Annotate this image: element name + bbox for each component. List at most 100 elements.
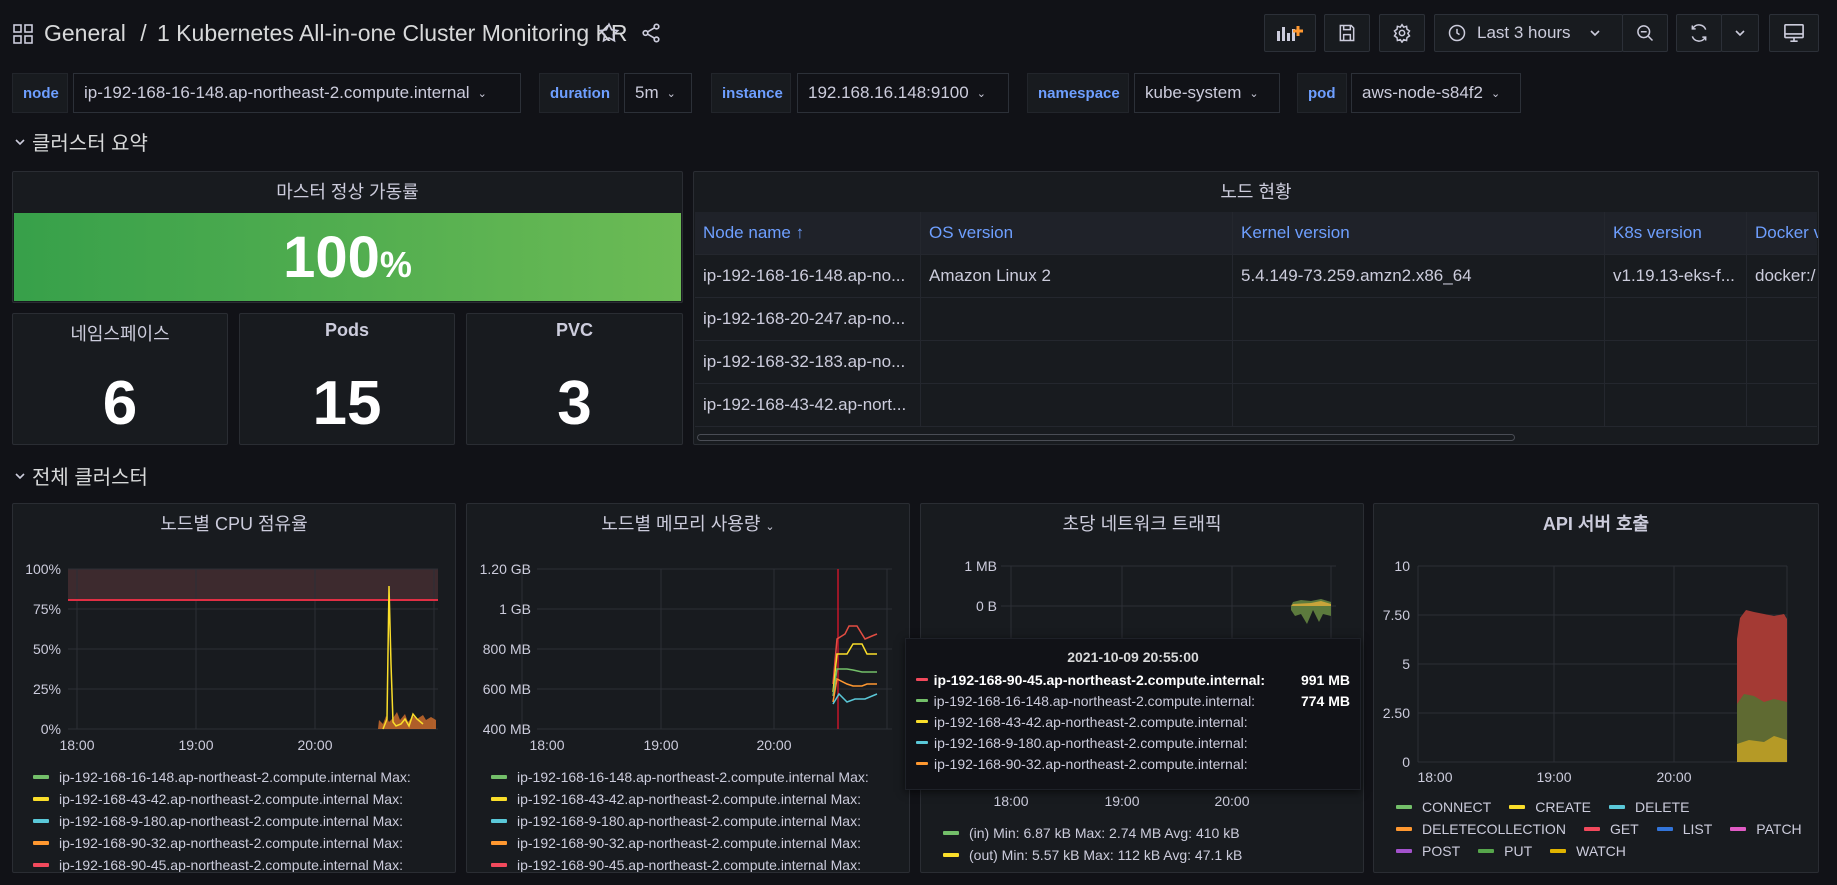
star-icon[interactable]	[598, 22, 620, 44]
legend-item[interactable]: ip-192-168-90-32.ap-northeast-2.compute.…	[33, 832, 411, 854]
legend-item[interactable]: ip-192-168-16-148.ap-northeast-2.compute…	[491, 766, 869, 788]
legend-label: DELETE	[1634, 799, 1690, 815]
table-row: ip-192-168-43-42.ap-nort...	[695, 384, 1817, 427]
zoom-out-button[interactable]	[1622, 14, 1668, 52]
time-picker[interactable]: Last 3 hours	[1434, 14, 1623, 52]
memory-chart: 1.20 GB 1 GB 800 MB 600 MB 400 MB 18:00 …	[480, 561, 892, 753]
legend-swatch	[491, 819, 507, 823]
tooltip-row: ip-192-168-9-180.ap-northeast-2.compute.…	[916, 732, 1350, 753]
breadcrumb-folder[interactable]: General	[44, 20, 126, 46]
legend-item[interactable]: GET	[1583, 818, 1639, 840]
legend-item[interactable]: ip-192-168-90-45.ap-northeast-2.compute.…	[33, 854, 411, 873]
table-cell	[1233, 341, 1605, 383]
legend-item[interactable]: DELETECOLLECTION	[1396, 818, 1566, 840]
panel-title[interactable]: 노드별 메모리 사용량 ⌄	[467, 510, 909, 536]
nodes-table-panel: 노드 현황 Node name ↑ OS version Kernel vers…	[693, 171, 1819, 445]
dashboard-title[interactable]: 1 Kubernetes All-in-one Cluster Monitori…	[157, 20, 627, 46]
y-tick: 7.50	[1383, 607, 1410, 623]
panel-title-text: 노드별 메모리 사용량	[601, 514, 761, 534]
col-os-version[interactable]: OS version	[921, 212, 1233, 254]
y-tick: 400 MB	[483, 721, 531, 737]
legend-label: DELETECOLLECTION	[1422, 821, 1566, 837]
tooltip-swatch	[916, 720, 928, 723]
legend-item[interactable]: ip-192-168-16-148.ap-northeast-2.compute…	[33, 766, 411, 788]
series-line	[832, 692, 878, 705]
legend-swatch	[1656, 827, 1673, 831]
var-value: 192.168.16.148:9100	[808, 83, 969, 102]
legend-item[interactable]: ip-192-168-90-45.ap-northeast-2.compute.…	[491, 854, 869, 872]
legend-swatch	[33, 841, 49, 845]
top-bar: General / 1 Kubernetes All-in-one Cluste…	[0, 0, 1837, 68]
var-select-instance[interactable]: 192.168.16.148:9100 ⌄	[797, 73, 1009, 113]
legend-item[interactable]: ip-192-168-43-42.ap-northeast-2.compute.…	[491, 788, 869, 810]
share-icon[interactable]	[640, 22, 662, 44]
legend-item[interactable]: CONNECT	[1396, 796, 1491, 818]
legend-item[interactable]: PUT	[1478, 840, 1532, 862]
table-cell: docker:/	[1755, 266, 1816, 285]
y-tick: 1 GB	[499, 601, 531, 617]
legend-item[interactable]: LIST	[1656, 818, 1713, 840]
legend-label: LIST	[1682, 821, 1713, 837]
dashboard-settings-button[interactable]	[1379, 14, 1425, 52]
legend-label: ip-192-168-16-148.ap-northeast-2.compute…	[59, 769, 411, 785]
legend-swatch	[1396, 849, 1412, 853]
save-dashboard-button[interactable]	[1324, 14, 1370, 52]
panel-title: 초당 네트워크 트래픽	[1062, 514, 1222, 534]
panel-title: PVC	[555, 320, 593, 340]
legend-item[interactable]: ip-192-168-9-180.ap-northeast-2.compute.…	[491, 810, 869, 832]
table-cell: 5.4.149-73.259.amzn2.x86_64	[1233, 255, 1605, 297]
var-select-node[interactable]: ip-192-168-16-148.ap-northeast-2.compute…	[73, 73, 521, 113]
legend-item[interactable]: (in) Min: 6.87 kB Max: 2.74 MB Avg: 410 …	[943, 822, 1242, 844]
pvc-stat-panel: PVC 3	[466, 313, 683, 445]
var-select-duration[interactable]: 5m ⌄	[624, 73, 692, 113]
col-docker-version[interactable]: Docker v	[1747, 212, 1818, 254]
panel-title: 노드별 CPU 점유율	[160, 514, 308, 534]
legend-item[interactable]: ip-192-168-90-32.ap-northeast-2.compute.…	[491, 832, 869, 854]
x-tick: 19:00	[1104, 793, 1139, 809]
legend-label: ip-192-168-90-45.ap-northeast-2.compute.…	[59, 857, 403, 873]
x-tick: 19:00	[643, 737, 678, 753]
legend-label: ip-192-168-9-180.ap-northeast-2.compute.…	[59, 813, 403, 829]
row-title: 전체 클러스터	[32, 467, 148, 489]
refresh-interval-dropdown[interactable]	[1721, 14, 1759, 52]
tooltip-label: ip-192-168-90-32.ap-northeast-2.compute.…	[934, 755, 1248, 772]
legend-item[interactable]: ip-192-168-43-42.ap-northeast-2.compute.…	[33, 788, 411, 810]
var-select-namespace[interactable]: kube-system ⌄	[1134, 73, 1280, 113]
row-summary[interactable]: 클러스터 요약	[14, 127, 148, 156]
legend-swatch	[1608, 805, 1625, 809]
tooltip-label: ip-192-168-90-45.ap-northeast-2.compute.…	[933, 671, 1266, 688]
y-tick: 50%	[33, 641, 61, 657]
x-tick: 18:00	[529, 737, 564, 753]
col-k8s-version[interactable]: K8s version	[1605, 212, 1747, 254]
var-value: aws-node-s84f2	[1362, 83, 1483, 102]
horizontal-scrollbar[interactable]	[697, 434, 1515, 441]
add-panel-button[interactable]	[1264, 14, 1316, 52]
var-value: kube-system	[1145, 83, 1242, 102]
legend-item[interactable]: PATCH	[1730, 818, 1802, 840]
breadcrumb: General / 1 Kubernetes All-in-one Cluste…	[44, 20, 627, 47]
legend-item[interactable]: CREATE	[1509, 796, 1591, 818]
refresh-button[interactable]	[1676, 14, 1722, 52]
legend-label: ip-192-168-43-42.ap-northeast-2.compute.…	[59, 791, 403, 807]
col-node-name[interactable]: Node name ↑	[695, 212, 921, 254]
memory-panel: 노드별 메모리 사용량 ⌄ 1.20 GB 1 GB 800 MB 600 MB…	[466, 503, 910, 873]
legend-item[interactable]: WATCH	[1550, 840, 1626, 862]
legend-item[interactable]: POST	[1396, 840, 1460, 862]
var-select-pod[interactable]: aws-node-s84f2 ⌄	[1351, 73, 1521, 113]
apps-grid-icon[interactable]	[13, 24, 33, 44]
x-tick: 20:00	[297, 737, 332, 753]
legend-item[interactable]: ip-192-168-9-180.ap-northeast-2.compute.…	[33, 810, 411, 832]
legend-item[interactable]: DELETE	[1608, 796, 1690, 818]
legend-row: CONNECT CREATE DELETE	[1396, 796, 1816, 818]
table-cell	[921, 298, 1233, 340]
legend-label: ip-192-168-90-32.ap-northeast-2.compute.…	[517, 835, 861, 851]
legend-label: (out) Min: 5.57 kB Max: 112 kB Avg: 47.1…	[969, 847, 1243, 863]
row-overall[interactable]: 전체 클러스터	[14, 461, 148, 490]
col-kernel-version[interactable]: Kernel version	[1233, 212, 1605, 254]
tv-mode-button[interactable]	[1769, 14, 1819, 52]
panel-title: 네임스페이스	[70, 324, 170, 344]
namespace-stat-panel: 네임스페이스 6	[12, 313, 228, 445]
legend-label: ip-192-168-9-180.ap-northeast-2.compute.…	[517, 813, 861, 829]
legend-label: ip-192-168-43-42.ap-northeast-2.compute.…	[517, 791, 861, 807]
legend-item[interactable]: (out) Min: 5.57 kB Max: 112 kB Avg: 47.1…	[943, 844, 1242, 866]
